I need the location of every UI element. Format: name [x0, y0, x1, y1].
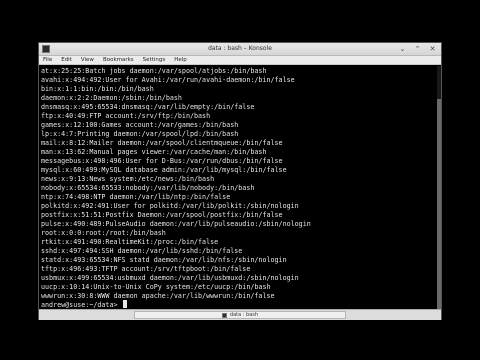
menu-edit[interactable]: Edit [61, 56, 72, 64]
terminal-prompt-line[interactable]: andrew@suse:~/data> [41, 300, 127, 309]
window-title: data : bash – Konsole [208, 45, 272, 52]
terminal-scrollbar[interactable] [437, 66, 441, 309]
minimize-icon[interactable]: ⌄ [398, 45, 407, 53]
title-bar[interactable]: data : bash – Konsole ⌄ ⌃ ✕ [39, 43, 441, 56]
menu-view[interactable]: View [81, 56, 94, 64]
close-icon[interactable]: ✕ [428, 45, 437, 53]
tab-data-bash[interactable]: data : bash [134, 311, 346, 319]
shell-prompt: andrew@suse:~/data> [41, 301, 118, 309]
menu-bookmarks[interactable]: Bookmarks [103, 56, 134, 64]
menu-help[interactable]: Help [174, 56, 187, 64]
terminal-tab-icon [221, 312, 227, 318]
menu-file[interactable]: File [43, 56, 52, 64]
konsole-window: data : bash – Konsole ⌄ ⌃ ✕ File Edit Vi… [39, 43, 441, 320]
window-controls: ⌄ ⌃ ✕ [398, 45, 437, 53]
tab-label: data : bash [229, 312, 259, 318]
tab-bar: data : bash [39, 309, 441, 320]
text-cursor [122, 300, 127, 308]
maximize-icon[interactable]: ⌃ [413, 45, 422, 53]
scrollbar-thumb[interactable] [437, 99, 441, 309]
menu-settings[interactable]: Settings [143, 56, 166, 64]
terminal-output[interactable]: at:x:25:25:Batch jobs daemon:/var/spool/… [39, 66, 441, 309]
menu-bar: File Edit View Bookmarks Settings Help [39, 56, 441, 65]
